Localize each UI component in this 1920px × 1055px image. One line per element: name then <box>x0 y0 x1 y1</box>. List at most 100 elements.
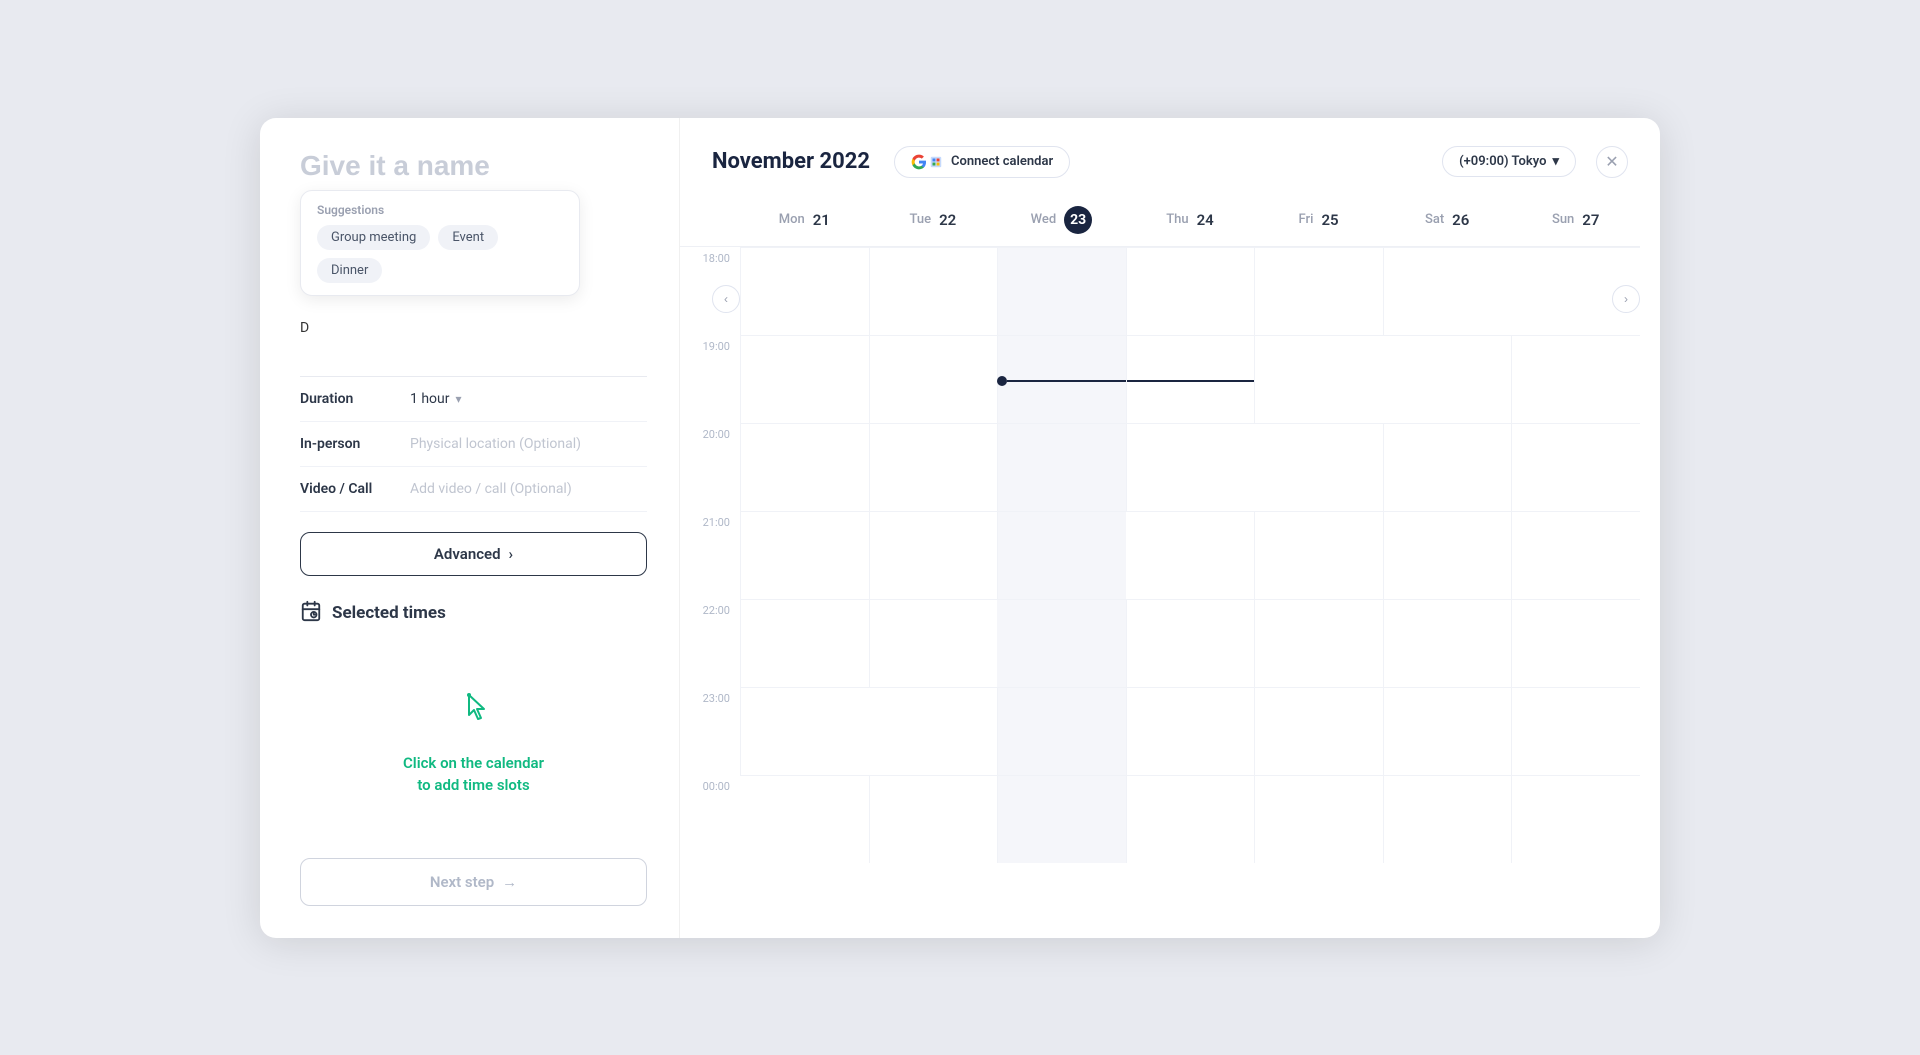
day-header-thu: Thu24 <box>1126 198 1255 246</box>
grid-cell-r6-c6[interactable] <box>1511 775 1640 863</box>
day-header-sun: Sun27 <box>1511 198 1640 246</box>
next-step-label: Next step <box>430 873 494 891</box>
grid-cell-r2-c3[interactable] <box>1126 423 1255 511</box>
time-label-3: 21:00 <box>680 511 740 599</box>
connect-calendar-button[interactable]: Connect calendar <box>894 146 1070 178</box>
grid-cell-r6-c5[interactable] <box>1383 775 1512 863</box>
description-textarea[interactable]: D <box>300 312 647 377</box>
grid-cell-r6-c0[interactable] <box>740 775 869 863</box>
grid-cell-r5-c1[interactable] <box>869 687 998 775</box>
grid-cell-r1-c3[interactable] <box>1126 335 1255 423</box>
grid-cell-r4-c2[interactable] <box>997 599 1126 687</box>
chevron-down-icon: ▾ <box>1552 154 1559 169</box>
grid-cell-r5-c4[interactable] <box>1254 687 1383 775</box>
time-grid[interactable]: 18:0019:0020:0021:0022:0023:0000:00 <box>680 247 1640 863</box>
calendar-grid-container[interactable]: Mon21Tue22Wed23Thu24Fri25Sat26Sun27 18:0… <box>680 198 1660 938</box>
day-header-fri: Fri25 <box>1254 198 1383 246</box>
grid-cell-r1-c6[interactable] <box>1511 335 1640 423</box>
grid-cell-r3-c4[interactable] <box>1254 511 1383 599</box>
suggestions-dropdown: Suggestions Group meeting Event Dinner <box>300 190 580 296</box>
videocall-placeholder[interactable]: Add video / call (Optional) <box>410 481 572 497</box>
grid-cell-r5-c0[interactable] <box>740 687 869 775</box>
grid-cell-r1-c2[interactable] <box>997 335 1126 423</box>
selected-times-section: Selected times Click on the calendar to … <box>300 600 647 858</box>
grid-cell-r0-c3[interactable] <box>1126 247 1255 335</box>
time-indicator-dot <box>997 376 1007 386</box>
duration-value[interactable]: 1 hour ▾ <box>410 391 462 407</box>
grid-cell-r1-c4[interactable] <box>1254 335 1383 423</box>
grid-cell-r3-c3[interactable] <box>1126 511 1255 599</box>
grid-cell-r3-c1[interactable] <box>869 511 998 599</box>
grid-cell-r3-c2[interactable] <box>997 511 1126 599</box>
grid-cell-r6-c3[interactable] <box>1126 775 1255 863</box>
grid-cell-r1-c5[interactable] <box>1383 335 1512 423</box>
grid-cell-r3-c6[interactable] <box>1511 511 1640 599</box>
grid-cell-r5-c6[interactable] <box>1511 687 1640 775</box>
next-week-button[interactable]: › <box>1612 285 1640 313</box>
day-num: 27 <box>1582 211 1599 229</box>
grid-cell-r4-c6[interactable] <box>1511 599 1640 687</box>
empty-state-text: Click on the calendar to add time slots <box>403 752 544 797</box>
day-header-mon: Mon21 <box>740 198 869 246</box>
timezone-label: (+09:00) Tokyo <box>1459 154 1546 169</box>
calendar-header: November 2022 Connect calendar (+09:00) … <box>680 118 1660 198</box>
grid-cell-r0-c1[interactable] <box>869 247 998 335</box>
grid-cell-r5-c5[interactable] <box>1383 687 1512 775</box>
day-header-tue: Tue22 <box>869 198 998 246</box>
grid-cell-r6-c2[interactable] <box>997 775 1126 863</box>
time-label-6: 00:00 <box>680 775 740 863</box>
time-col-header <box>680 198 740 246</box>
suggestion-chip-0[interactable]: Group meeting <box>317 225 430 250</box>
day-name: Sat <box>1425 212 1444 227</box>
advanced-label: Advanced <box>434 545 501 563</box>
grid-cell-r2-c1[interactable] <box>869 423 998 511</box>
timezone-button[interactable]: (+09:00) Tokyo ▾ <box>1442 146 1576 177</box>
grid-cell-r3-c5[interactable] <box>1383 511 1512 599</box>
form-row-duration: Duration 1 hour ▾ <box>300 377 647 422</box>
grid-cell-r5-c3[interactable] <box>1126 687 1255 775</box>
grid-cell-r2-c2[interactable] <box>997 423 1126 511</box>
form-fields: Duration 1 hour ▾ In-person Physical loc… <box>300 377 647 512</box>
next-step-button[interactable]: Next step → <box>300 858 647 906</box>
grid-cell-r5-c2[interactable] <box>997 687 1126 775</box>
grid-cell-r4-c4[interactable] <box>1254 599 1383 687</box>
grid-cell-r2-c5[interactable] <box>1383 423 1512 511</box>
grid-cell-r1-c0[interactable] <box>740 335 869 423</box>
grid-cell-r0-c5[interactable] <box>1383 247 1512 335</box>
grid-cell-r0-c0[interactable] <box>740 247 869 335</box>
prev-week-button[interactable]: ‹ <box>712 285 740 313</box>
suggestions-label: Suggestions <box>317 203 563 217</box>
close-button[interactable]: ✕ <box>1596 146 1628 178</box>
grid-cell-r3-c0[interactable] <box>740 511 869 599</box>
grid-cell-r0-c4[interactable] <box>1254 247 1383 335</box>
grid-cell-r1-c1[interactable] <box>869 335 998 423</box>
advanced-button[interactable]: Advanced › <box>300 532 647 576</box>
grid-cell-r2-c4[interactable] <box>1254 423 1383 511</box>
inperson-placeholder[interactable]: Physical location (Optional) <box>410 436 581 452</box>
videocall-label: Video / Call <box>300 481 410 497</box>
grid-cell-r4-c1[interactable] <box>869 599 998 687</box>
grid-cell-r4-c3[interactable] <box>1126 599 1255 687</box>
close-icon: ✕ <box>1605 152 1618 172</box>
suggestion-chip-1[interactable]: Event <box>438 225 498 250</box>
day-header-wed: Wed23 <box>997 198 1126 246</box>
calendar-month-title: November 2022 <box>712 149 870 174</box>
grid-cell-r2-c0[interactable] <box>740 423 869 511</box>
chevron-right-icon: › <box>1624 292 1628 306</box>
grid-cell-r6-c4[interactable] <box>1254 775 1383 863</box>
grid-cell-r4-c0[interactable] <box>740 599 869 687</box>
calendar-clock-icon <box>300 600 322 627</box>
left-panel: Suggestions Group meeting Event Dinner D D… <box>260 118 680 938</box>
grid-cell-r6-c1[interactable] <box>869 775 998 863</box>
grid-cell-r0-c2[interactable] <box>997 247 1126 335</box>
day-num: 22 <box>939 211 956 229</box>
arrow-right-icon: → <box>502 873 517 891</box>
day-name: Fri <box>1299 212 1314 227</box>
grid-cell-r2-c6[interactable] <box>1511 423 1640 511</box>
day-header-sat: Sat26 <box>1383 198 1512 246</box>
selected-times-title: Selected times <box>332 603 446 623</box>
grid-cell-r4-c5[interactable] <box>1383 599 1512 687</box>
suggestion-chip-2[interactable]: Dinner <box>317 258 382 283</box>
event-title-input[interactable] <box>300 150 647 182</box>
suggestions-chips: Group meeting Event Dinner <box>317 225 563 283</box>
